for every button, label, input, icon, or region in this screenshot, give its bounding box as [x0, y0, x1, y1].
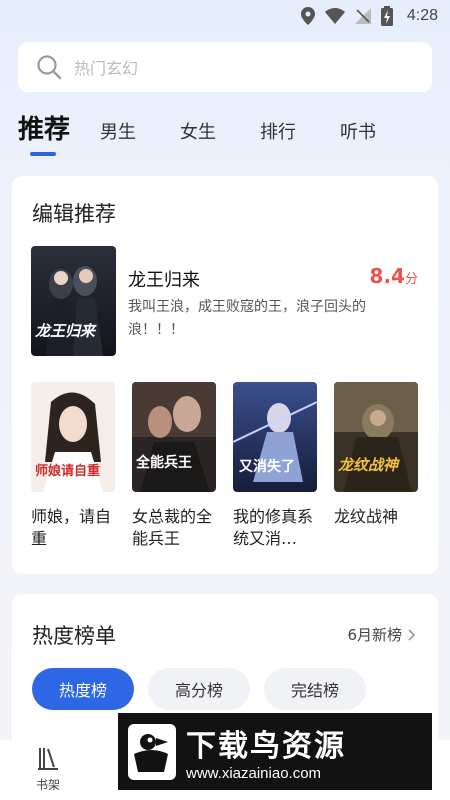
- featured-book-title[interactable]: 龙王归来: [128, 266, 200, 292]
- book-cover[interactable]: 全能兵王: [132, 382, 216, 492]
- book-cover-text: 又消失了: [239, 459, 295, 475]
- category-tabs: 推荐 男生 女生 排行 听书: [18, 108, 432, 158]
- search-placeholder: 热门玄幻: [74, 59, 139, 78]
- no-signal-icon: [354, 8, 371, 24]
- book-title: 师娘，请自重: [31, 507, 112, 548]
- watermark-url: www.xiazainiao.com: [186, 765, 322, 782]
- ranking-chips: 热度榜 高分榜 完结榜: [32, 668, 366, 710]
- status-time: 4:28: [406, 7, 438, 24]
- book-item[interactable]: 全能兵王 女总裁的全能兵王: [132, 382, 216, 550]
- book-cover[interactable]: 师娘请自重: [31, 382, 115, 492]
- book-item[interactable]: 龙纹战神 龙纹战神: [334, 382, 418, 550]
- book-title: 我的修真系统又消…: [233, 507, 314, 548]
- book-cover[interactable]: 又消失了: [233, 382, 317, 492]
- chip-completed[interactable]: 完结榜: [264, 668, 366, 710]
- featured-book-cover[interactable]: 龙王归来: [31, 246, 116, 356]
- battery-charging-icon: [380, 6, 393, 26]
- book-title: 女总裁的全能兵王: [132, 507, 213, 548]
- search-icon: [37, 55, 62, 80]
- book-cover-text: 师娘请自重: [35, 464, 101, 479]
- book-item[interactable]: 师娘请自重 师娘，请自重: [31, 382, 115, 550]
- bookshelf-icon: [38, 748, 58, 770]
- tab-male[interactable]: 男生: [100, 118, 136, 158]
- book-cover-text: 全能兵王: [136, 455, 192, 471]
- tab-audiobook[interactable]: 听书: [340, 118, 376, 158]
- status-bar: 4:28: [0, 0, 450, 32]
- watermark-brand: 下载鸟资源: [186, 729, 346, 764]
- featured-book-score: 8.4分: [370, 264, 418, 288]
- featured-book-description: 我叫王浪，成王败寇的王，浪子回头的浪！！！: [128, 299, 366, 338]
- book-cover[interactable]: 龙纹战神: [334, 382, 418, 492]
- chip-hot[interactable]: 热度榜: [32, 668, 134, 710]
- book-title: 龙纹战神: [334, 507, 399, 526]
- bird-logo-icon: [128, 723, 176, 780]
- chip-high-score[interactable]: 高分榜: [148, 668, 250, 710]
- chevron-right-icon: [408, 628, 416, 641]
- tab-recommend[interactable]: 推荐: [18, 109, 70, 158]
- ranking-more-link[interactable]: 6月新榜: [347, 624, 416, 645]
- book-cover-text: 龙纹战神: [338, 456, 399, 474]
- tab-female[interactable]: 女生: [180, 118, 216, 158]
- nav-bookshelf-label: 书架: [35, 778, 60, 792]
- location-icon: [300, 7, 315, 25]
- watermark-banner: 下载鸟资源 www.xiazainiao.com: [118, 713, 432, 790]
- wifi-icon: [324, 8, 345, 24]
- search-bar[interactable]: 热门玄幻: [18, 42, 432, 92]
- featured-cover-text: 龙王归来: [35, 322, 96, 340]
- nav-bookshelf[interactable]: 书架: [28, 746, 68, 793]
- score-unit: 分: [404, 272, 418, 287]
- book-item[interactable]: 又消失了 我的修真系统又消…: [233, 382, 317, 550]
- editor-recommend-card: 编辑推荐 龙王归来 龙王归来 8.4分 我叫王浪，成王败寇的王，浪子回头的浪！！…: [12, 176, 438, 574]
- section-title: 热度榜单: [32, 624, 116, 648]
- section-title: 编辑推荐: [32, 202, 116, 226]
- tab-ranking[interactable]: 排行: [260, 118, 296, 158]
- score-value: 8.4: [369, 264, 405, 288]
- recommended-books-row: 师娘请自重 师娘，请自重 全能兵王 女总裁的全能兵王 又消失了 我的修真系统又消…: [31, 382, 418, 550]
- ranking-more-label: 6月新榜: [347, 626, 402, 644]
